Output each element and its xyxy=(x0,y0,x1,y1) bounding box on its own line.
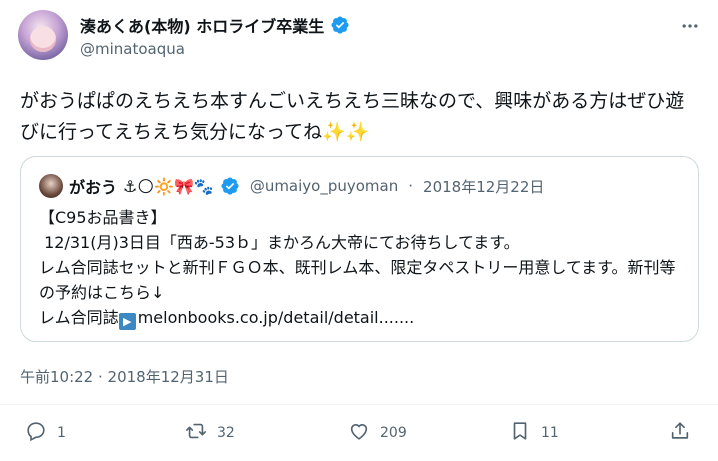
author-display-name[interactable]: 湊あくあ(本物) ホロライブ卒業生 xyxy=(80,13,324,37)
quoted-link[interactable]: melonbooks.co.jp/detail/detail....... xyxy=(138,308,415,327)
quoted-line-4: レム合同誌 ▶ melonbooks.co.jp/detail/detail....… xyxy=(39,305,689,330)
more-options-icon[interactable] xyxy=(678,14,702,38)
like-button[interactable]: 209 xyxy=(348,420,407,446)
divider xyxy=(0,404,718,405)
quoted-tweet-header: がおう ⚓🌕🔆🎀🐾 @umaiyo_puyoman · 2018年12月22日 xyxy=(39,174,544,198)
author-avatar[interactable] xyxy=(18,10,68,60)
share-icon xyxy=(669,420,691,446)
sparkles-emoji: ✨✨ xyxy=(322,121,370,143)
bookmark-button[interactable]: 11 xyxy=(509,420,559,446)
author-handle[interactable]: @minatoaqua xyxy=(80,40,185,58)
reply-icon xyxy=(25,420,47,446)
share-button[interactable] xyxy=(669,420,691,446)
retweet-button[interactable]: 32 xyxy=(185,420,235,446)
quoted-separator: · xyxy=(408,177,414,195)
quoted-author-avatar xyxy=(39,174,63,198)
quoted-tweet[interactable]: がおう ⚓🌕🔆🎀🐾 @umaiyo_puyoman · 2018年12月22日 … xyxy=(20,156,699,342)
quoted-line-4-prefix: レム合同誌 xyxy=(39,308,119,327)
action-bar: 1 32 209 11 xyxy=(0,420,718,452)
reply-button[interactable]: 1 xyxy=(25,420,66,446)
retweet-icon xyxy=(185,420,207,446)
like-icon xyxy=(348,420,370,446)
quoted-line-3: レム合同誌セットと新刊ＦＧＯ本、既刊レム本、限定タペストリー用意してます。新刊等… xyxy=(39,258,676,302)
bookmark-icon xyxy=(509,420,531,446)
quoted-verified-badge-icon xyxy=(220,176,240,196)
author-name-row: 湊あくあ(本物) ホロライブ卒業生 xyxy=(80,13,350,37)
quoted-line-1: 【C95お品書き】 xyxy=(39,208,167,227)
bookmark-count: 11 xyxy=(541,425,559,441)
quoted-tweet-body: 【C95お品書き】 12/31(月)3日目「西あ-53ｂ」まかろん大帝にてお待ち… xyxy=(39,205,689,330)
tweet-text: がおうぱぱのえちえち本すんごいえちえち三昧なので、興味がある方はぜひ遊びに行って… xyxy=(20,86,700,148)
retweet-count: 32 xyxy=(217,425,235,441)
reply-count: 1 xyxy=(57,425,66,441)
quoted-author-name: がおう xyxy=(69,178,118,197)
quoted-author-emojis: ⚓🌕🔆🎀🐾 xyxy=(123,176,214,196)
verified-badge-icon[interactable] xyxy=(330,15,350,35)
like-count: 209 xyxy=(380,425,407,441)
tweet-timestamp[interactable]: 午前10:22 · 2018年12月31日 xyxy=(20,366,229,387)
quoted-date: 2018年12月22日 xyxy=(423,177,545,196)
quoted-author-handle: @umaiyo_puyoman xyxy=(249,177,399,195)
quoted-line-2: 12/31(月)3日目「西あ-53ｂ」まかろん大帝にてお待ちしてます。 xyxy=(39,233,520,252)
play-button-emoji-icon: ▶ xyxy=(118,313,136,330)
